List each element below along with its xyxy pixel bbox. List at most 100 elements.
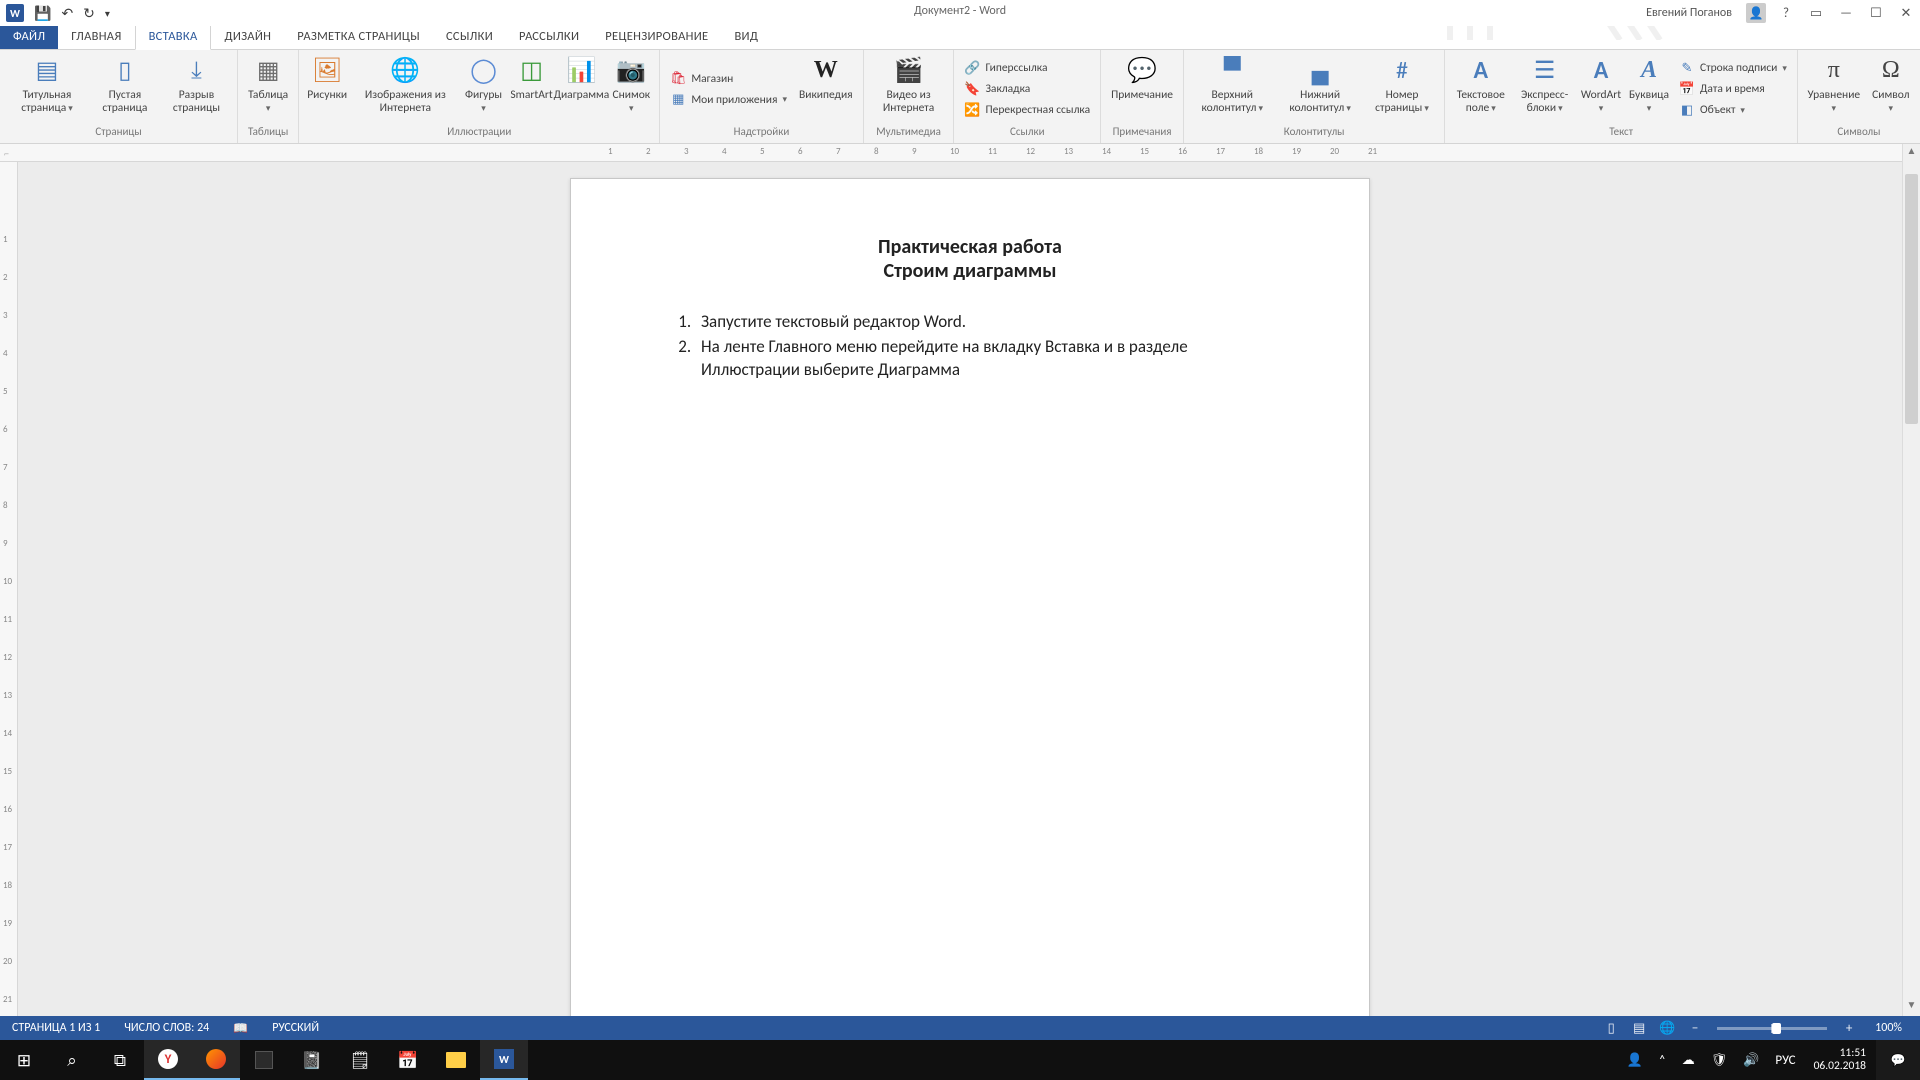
scroll-thumb[interactable] <box>1905 174 1918 424</box>
status-language[interactable]: РУССКИЙ <box>260 1021 331 1035</box>
tab-insert[interactable]: ВСТАВКА <box>135 24 212 50</box>
tray-language[interactable]: РУС <box>1767 1053 1803 1068</box>
shapes-button[interactable]: ◯Фигуры <box>462 53 506 117</box>
chart-button[interactable]: 📊Диаграмма <box>558 53 606 104</box>
status-page[interactable]: СТРАНИЦА 1 ИЗ 1 <box>0 1021 112 1035</box>
group-pages: ▤Титульная страница ▯Пустая страница ⤓Ра… <box>0 50 238 143</box>
my-apps-button[interactable]: ▦Мои приложения <box>666 91 791 109</box>
tray-people-icon[interactable]: 👤 <box>1619 1053 1651 1068</box>
signature-line-button[interactable]: ✎Строка подписи <box>1675 59 1791 77</box>
group-label-addins: Надстройки <box>660 125 862 143</box>
tab-view[interactable]: ВИД <box>721 25 771 49</box>
group-label-pages: Страницы <box>0 125 237 143</box>
save-icon[interactable]: 💾 <box>34 5 51 22</box>
ribbon-options-icon[interactable]: ▭ <box>1806 6 1826 21</box>
taskbar-app-generic-2[interactable]: 🗒 <box>336 1040 384 1080</box>
scroll-down-icon[interactable]: ▼ <box>1903 998 1920 1016</box>
taskbar-app-word[interactable]: W <box>480 1040 528 1080</box>
screenshot-button[interactable]: 📷Снимок <box>609 53 653 117</box>
online-pictures-button[interactable]: 🌐Изображения из Интернета <box>353 53 457 117</box>
tab-design[interactable]: ДИЗАЙН <box>211 25 284 49</box>
smartart-button[interactable]: ◫SmartArt <box>510 53 554 104</box>
date-time-button[interactable]: 📅Дата и время <box>1675 80 1791 98</box>
help-icon[interactable]: ? <box>1776 6 1796 21</box>
close-button[interactable]: ✕ <box>1896 6 1916 21</box>
tray-chevron-up-icon[interactable]: ˄ <box>1651 1053 1674 1068</box>
windows-taskbar: ⊞ ⌕ ⧉ Y 📓 🗒 📅 W 👤 ˄ ☁ 🛡 🔊 РУС 11:51 06.0… <box>0 1040 1920 1080</box>
view-web-layout-icon[interactable]: 🌐 <box>1653 1021 1681 1036</box>
group-label-illustrations: Иллюстрации <box>299 125 659 143</box>
tray-volume-icon[interactable]: 🔊 <box>1735 1053 1767 1068</box>
table-button[interactable]: ▦Таблица <box>244 53 292 117</box>
group-text: AТекстовое поле ☰Экспресс-блоки AWordArt… <box>1445 50 1798 143</box>
undo-icon[interactable]: ↶ <box>61 5 73 22</box>
status-word-count[interactable]: ЧИСЛО СЛОВ: 24 <box>112 1021 221 1035</box>
blank-page-button[interactable]: ▯Пустая страница <box>92 53 158 117</box>
wikipedia-button[interactable]: WВикипедия <box>795 53 857 104</box>
group-header-footer: ▀Верхний колонтитул ▄Нижний колонтитул #… <box>1184 50 1445 143</box>
page-break-button[interactable]: ⤓Разрыв страницы <box>162 53 231 117</box>
cross-reference-button[interactable]: 🔀Перекрестная ссылка <box>960 101 1094 119</box>
page-number-button[interactable]: #Номер страницы <box>1366 53 1439 117</box>
start-button[interactable]: ⊞ <box>0 1040 48 1080</box>
vertical-ruler[interactable]: 12345678910111213141516171819202122 <box>0 162 18 1016</box>
group-tables: ▦Таблица Таблицы <box>238 50 299 143</box>
comment-button[interactable]: 💬Примечание <box>1107 53 1177 104</box>
object-button[interactable]: ◧Объект <box>1675 101 1791 119</box>
wordart-button[interactable]: AWordArt <box>1579 53 1623 117</box>
tab-mailings[interactable]: РАССЫЛКИ <box>506 25 592 49</box>
zoom-in-button[interactable]: + <box>1835 1021 1863 1036</box>
tab-references[interactable]: ССЫЛКИ <box>433 25 506 49</box>
signed-in-user[interactable]: Евгений Поганов <box>1646 6 1732 20</box>
footer-button[interactable]: ▄Нижний колонтитул <box>1278 53 1361 117</box>
online-video-button[interactable]: 🎬Видео из Интернета <box>870 53 948 117</box>
tray-clock[interactable]: 11:51 06.02.2018 <box>1804 1047 1876 1072</box>
taskbar-app-calculator[interactable] <box>240 1040 288 1080</box>
tab-home[interactable]: ГЛАВНАЯ <box>58 25 134 49</box>
zoom-slider[interactable] <box>1717 1027 1827 1030</box>
text-box-button[interactable]: AТекстовое поле <box>1451 53 1510 117</box>
task-view-button[interactable]: ⧉ <box>96 1040 144 1080</box>
doc-heading-1[interactable]: Практическая работа <box>661 235 1279 259</box>
drop-cap-button[interactable]: AБуквица <box>1627 53 1671 117</box>
status-proofing-icon[interactable]: 📖 <box>221 1021 260 1036</box>
store-button[interactable]: 🛍Магазин <box>666 70 791 88</box>
equation-button[interactable]: πУравнение <box>1804 53 1864 117</box>
tab-review[interactable]: РЕЦЕНЗИРОВАНИЕ <box>592 25 721 49</box>
search-button[interactable]: ⌕ <box>48 1040 96 1080</box>
doc-heading-2[interactable]: Строим диаграммы <box>661 259 1279 283</box>
tab-layout[interactable]: РАЗМЕТКА СТРАНИЦЫ <box>284 25 433 49</box>
zoom-out-button[interactable]: − <box>1681 1021 1709 1036</box>
minimize-button[interactable]: — <box>1836 6 1856 21</box>
doc-list-item-1[interactable]: Запустите текстовый редактор Word. <box>695 311 1279 334</box>
zoom-level[interactable]: 100% <box>1863 1021 1920 1035</box>
tray-defender-icon[interactable]: 🛡 <box>1703 1053 1736 1068</box>
maximize-button[interactable]: ☐ <box>1866 6 1886 21</box>
scroll-up-icon[interactable]: ▲ <box>1903 144 1920 162</box>
symbol-button[interactable]: ΩСимвол <box>1868 53 1914 117</box>
customize-qat-icon[interactable]: ▾ <box>105 7 110 20</box>
vertical-scrollbar[interactable]: ▲ ▼ <box>1902 144 1920 1016</box>
tray-onedrive-icon[interactable]: ☁ <box>1674 1053 1703 1068</box>
view-print-layout-icon[interactable]: ▤ <box>1625 1021 1653 1036</box>
taskbar-app-calendar[interactable]: 📅 <box>384 1040 432 1080</box>
taskbar-app-firefox[interactable] <box>192 1040 240 1080</box>
bookmark-button[interactable]: 🔖Закладка <box>960 80 1094 98</box>
view-read-mode-icon[interactable]: ▯ <box>1597 1021 1625 1036</box>
document-page[interactable]: Практическая работа Строим диаграммы Зап… <box>570 178 1370 1016</box>
quick-parts-button[interactable]: ☰Экспресс-блоки <box>1514 53 1575 117</box>
pictures-button[interactable]: 🖼Рисунки <box>305 53 349 104</box>
header-button[interactable]: ▀Верхний колонтитул <box>1190 53 1274 117</box>
user-avatar-icon[interactable]: 👤 <box>1746 3 1766 23</box>
taskbar-app-yandex[interactable]: Y <box>144 1040 192 1080</box>
redo-icon[interactable]: ↻ <box>83 5 95 22</box>
horizontal-ruler[interactable]: ⌐ 123456789101112131415161718192021 <box>0 144 1902 162</box>
taskbar-app-generic-1[interactable]: 📓 <box>288 1040 336 1080</box>
group-label-comments: Примечания <box>1101 125 1183 143</box>
action-center-icon[interactable]: 💬 <box>1876 1040 1920 1080</box>
taskbar-app-explorer[interactable] <box>432 1040 480 1080</box>
doc-list-item-2[interactable]: На ленте Главного меню перейдите на вкла… <box>695 336 1279 382</box>
tab-file[interactable]: ФАЙЛ <box>0 25 58 49</box>
hyperlink-button[interactable]: 🔗Гиперссылка <box>960 59 1094 77</box>
cover-page-button[interactable]: ▤Титульная страница <box>6 53 88 117</box>
